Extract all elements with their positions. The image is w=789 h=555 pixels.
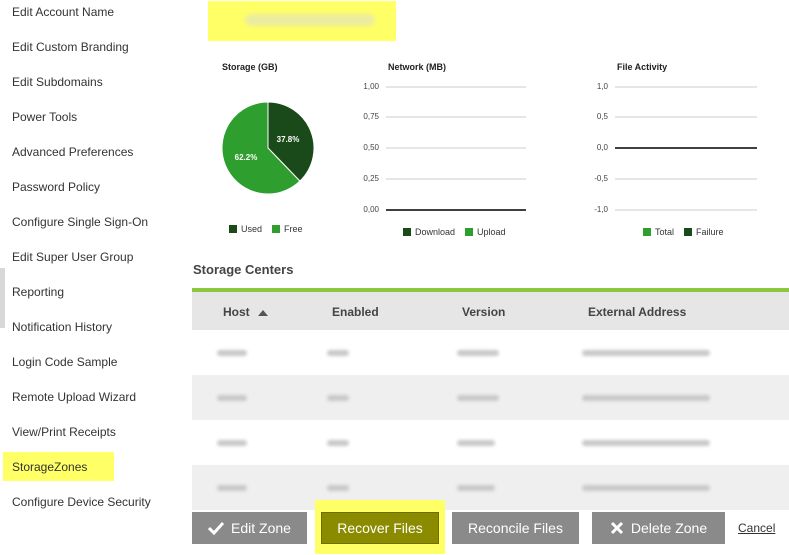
sidebar-item-reporting[interactable]: Reporting bbox=[12, 285, 64, 299]
page-title-redacted bbox=[245, 14, 375, 26]
storage-chart-title: Storage (GB) bbox=[222, 62, 278, 72]
network-tick: 0,25 bbox=[363, 174, 379, 183]
upload-swatch bbox=[465, 228, 474, 236]
cell-redacted bbox=[217, 350, 247, 356]
used-swatch bbox=[229, 225, 237, 233]
cell-redacted bbox=[327, 350, 349, 356]
cell-redacted bbox=[582, 350, 710, 356]
delete-zone-label: Delete Zone bbox=[630, 520, 708, 536]
download-swatch bbox=[403, 228, 411, 236]
sidebar-item-power-tools[interactable]: Power Tools bbox=[12, 110, 77, 124]
activity-tick: -1,0 bbox=[594, 205, 608, 214]
sidebar-item-advanced-preferences[interactable]: Advanced Preferences bbox=[12, 145, 133, 159]
cell-redacted bbox=[327, 395, 349, 401]
legend-item-total: Total bbox=[643, 227, 674, 237]
table-row[interactable] bbox=[192, 375, 789, 420]
cell-redacted bbox=[457, 440, 495, 446]
cell-redacted bbox=[217, 440, 247, 446]
check-icon bbox=[208, 521, 225, 535]
network-chart-title: Network (MB) bbox=[388, 62, 446, 72]
cell-redacted bbox=[217, 395, 247, 401]
sidebar: Edit Account Name Edit Custom Branding E… bbox=[0, 0, 180, 555]
storage-centers-title: Storage Centers bbox=[193, 262, 294, 277]
legend-item-failure: Failure bbox=[684, 227, 724, 237]
storage-centers-table: Host Enabled Version External Address bbox=[192, 288, 789, 510]
network-tick: 0,00 bbox=[363, 205, 379, 214]
legend-label-upload: Upload bbox=[477, 227, 506, 237]
sidebar-item-edit-super-user-group[interactable]: Edit Super User Group bbox=[12, 250, 133, 264]
cell-redacted bbox=[582, 395, 710, 401]
delete-zone-button[interactable]: Delete Zone bbox=[592, 512, 725, 544]
sidebar-item-password-policy[interactable]: Password Policy bbox=[12, 180, 100, 194]
sidebar-scroll-marker bbox=[0, 268, 5, 328]
storage-pie-chart: 37.8% 62.2% bbox=[221, 101, 315, 195]
legend-label-free: Free bbox=[284, 224, 303, 234]
cell-redacted bbox=[327, 440, 349, 446]
sidebar-item-remote-upload-wizard[interactable]: Remote Upload Wizard bbox=[12, 390, 136, 404]
cell-redacted bbox=[457, 395, 499, 401]
legend-item-used: Used bbox=[229, 224, 262, 234]
storage-legend: Used Free bbox=[229, 224, 303, 234]
activity-chart-title: File Activity bbox=[617, 62, 668, 72]
reconcile-files-button[interactable]: Reconcile Files bbox=[452, 512, 579, 544]
activity-tick: 0,0 bbox=[596, 143, 608, 152]
sidebar-item-view-print-receipts[interactable]: View/Print Receipts bbox=[12, 425, 116, 439]
legend-label-total: Total bbox=[655, 227, 675, 237]
free-swatch bbox=[272, 225, 281, 233]
sidebar-item-edit-subdomains[interactable]: Edit Subdomains bbox=[12, 75, 103, 89]
network-legend: Download Upload bbox=[403, 227, 506, 237]
activity-tick: 0,5 bbox=[596, 112, 608, 121]
sidebar-item-login-code-sample[interactable]: Login Code Sample bbox=[12, 355, 117, 369]
cell-redacted bbox=[457, 485, 495, 491]
network-tick: 0,50 bbox=[363, 143, 379, 152]
cell-redacted bbox=[327, 485, 349, 491]
sidebar-item-storagezones[interactable]: StorageZones bbox=[12, 460, 87, 474]
column-header-enabled[interactable]: Enabled bbox=[332, 305, 379, 319]
cell-redacted bbox=[457, 350, 499, 356]
cell-redacted bbox=[217, 485, 247, 491]
cell-redacted bbox=[582, 440, 710, 446]
table-row[interactable] bbox=[192, 330, 789, 375]
pie-label-used: 37.8% bbox=[277, 135, 300, 144]
sidebar-item-edit-custom-branding[interactable]: Edit Custom Branding bbox=[12, 40, 129, 54]
sort-asc-icon bbox=[258, 309, 269, 316]
table-row[interactable] bbox=[192, 465, 789, 510]
table-header: Host Enabled Version External Address bbox=[192, 292, 789, 330]
sidebar-item-edit-account-name[interactable]: Edit Account Name bbox=[12, 5, 114, 19]
legend-item-download: Download bbox=[403, 227, 455, 237]
activity-legend: Total Failure bbox=[643, 227, 724, 237]
cancel-link[interactable]: Cancel bbox=[738, 521, 775, 535]
recover-files-button[interactable]: Recover Files bbox=[321, 512, 439, 544]
column-header-external-address[interactable]: External Address bbox=[588, 305, 686, 319]
activity-tick: -0,5 bbox=[594, 174, 608, 183]
activity-tick: 1,0 bbox=[596, 82, 608, 91]
column-label-host: Host bbox=[223, 305, 250, 319]
edit-zone-button[interactable]: Edit Zone bbox=[192, 512, 307, 544]
network-tick: 0,75 bbox=[363, 112, 379, 121]
legend-label-download: Download bbox=[415, 227, 456, 237]
column-header-host[interactable]: Host bbox=[223, 305, 269, 319]
network-plot-area bbox=[386, 86, 526, 211]
pie-label-free: 62.2% bbox=[235, 153, 258, 162]
cell-redacted bbox=[582, 485, 710, 491]
activity-plot-area bbox=[615, 86, 757, 211]
edit-zone-label: Edit Zone bbox=[231, 520, 291, 536]
legend-label-used: Used bbox=[241, 224, 263, 234]
sidebar-item-device-security[interactable]: Configure Device Security bbox=[12, 495, 151, 509]
legend-item-free: Free bbox=[272, 224, 303, 234]
legend-item-upload: Upload bbox=[465, 227, 506, 237]
network-tick: 1,00 bbox=[363, 82, 379, 91]
failure-swatch bbox=[684, 228, 693, 236]
close-icon bbox=[610, 521, 623, 535]
sidebar-item-notification-history[interactable]: Notification History bbox=[12, 320, 112, 334]
legend-label-failure: Failure bbox=[696, 227, 724, 237]
sidebar-item-single-sign-on[interactable]: Configure Single Sign-On bbox=[12, 215, 148, 229]
table-row[interactable] bbox=[192, 420, 789, 465]
total-swatch bbox=[643, 228, 651, 236]
column-header-version[interactable]: Version bbox=[462, 305, 505, 319]
